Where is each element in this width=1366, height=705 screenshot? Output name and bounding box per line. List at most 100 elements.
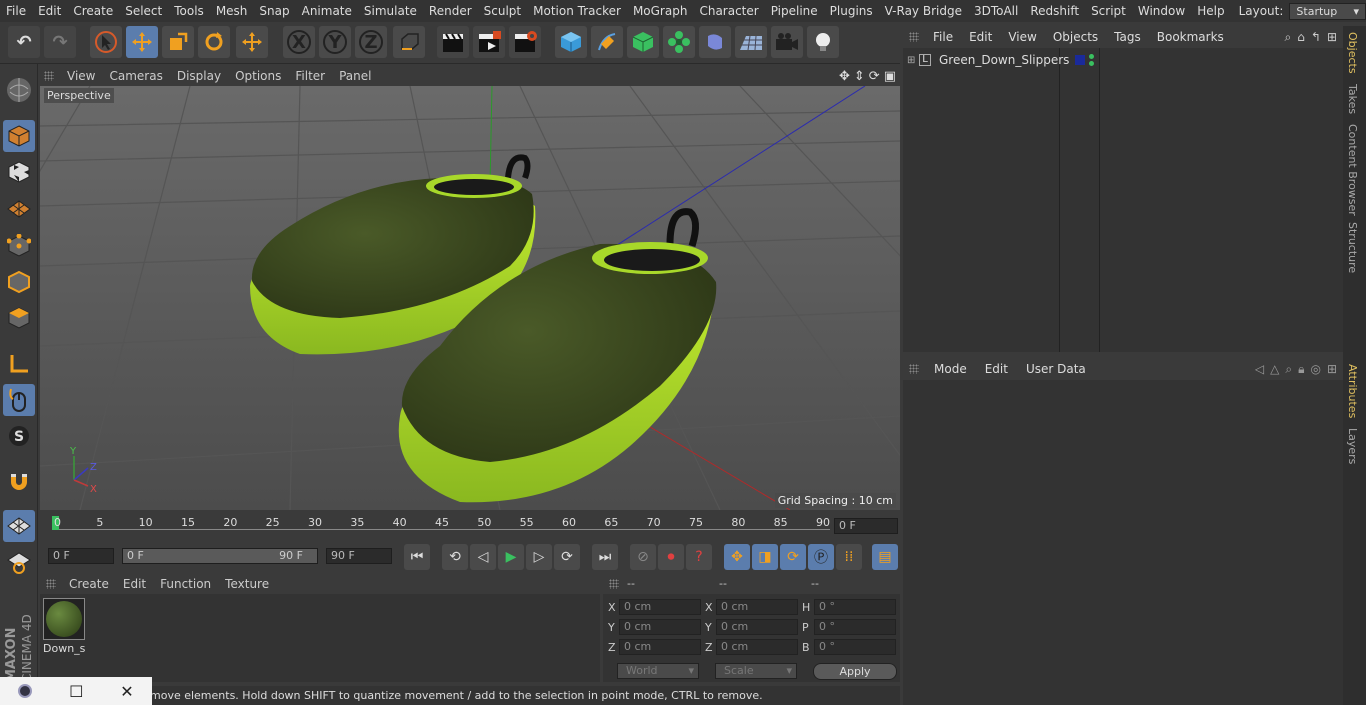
menu-redshift[interactable]: Redshift (1024, 0, 1085, 22)
rotate-tool-button[interactable] (198, 26, 230, 58)
size-y-field[interactable]: 0 cm (716, 619, 798, 635)
texture-mode-button[interactable] (3, 156, 35, 188)
model-mode-button[interactable] (3, 120, 35, 152)
viewport-menu-panel[interactable]: Panel (332, 69, 378, 83)
menu-vray-bridge[interactable]: V-Ray Bridge (879, 0, 968, 22)
start-frame-field[interactable]: 0 F (48, 548, 114, 564)
subdivision-surface-button[interactable] (627, 26, 659, 58)
end-frame-field[interactable]: 90 F (326, 548, 392, 564)
tab-attributes[interactable]: Attributes (1346, 364, 1359, 418)
polygons-mode-button[interactable] (3, 302, 35, 334)
floor-object-button[interactable] (735, 26, 767, 58)
locked-workplane-button[interactable] (3, 546, 35, 578)
up-arrow-icon[interactable]: △ (1270, 362, 1279, 377)
viewport-menu-options[interactable]: Options (228, 69, 288, 83)
render-view-button[interactable] (437, 26, 469, 58)
material-menu-edit[interactable]: Edit (116, 577, 153, 591)
lock-icon[interactable]: 🔒︎ (1298, 362, 1304, 377)
size-x-field[interactable]: 0 cm (716, 599, 798, 615)
object-menu-objects[interactable]: Objects (1045, 30, 1106, 44)
object-menu-tags[interactable]: Tags (1106, 30, 1149, 44)
scale-tool-button[interactable] (162, 26, 194, 58)
menu-character[interactable]: Character (693, 0, 764, 22)
rotate-view-icon[interactable]: ⟳ (869, 69, 880, 84)
menu-script[interactable]: Script (1085, 0, 1132, 22)
menu-help[interactable]: Help (1191, 0, 1230, 22)
viewport-menu-display[interactable]: Display (170, 69, 228, 83)
go-to-start-button[interactable]: ⏮ (404, 544, 430, 570)
position-y-field[interactable]: 0 cm (619, 619, 701, 635)
menu-motion-tracker[interactable]: Motion Tracker (527, 0, 627, 22)
key-parameter-button[interactable]: Ⓟ (808, 544, 834, 570)
dolly-view-icon[interactable]: ⇕ (854, 69, 865, 84)
object-menu-view[interactable]: View (1000, 30, 1044, 44)
axis-mode-button[interactable] (3, 348, 35, 380)
add-panel-icon[interactable]: ⊞ (1327, 30, 1337, 45)
grip-icon[interactable] (609, 579, 619, 589)
snap-button[interactable]: S (3, 420, 35, 452)
next-frame-button[interactable]: ▷ (526, 544, 552, 570)
expand-icon[interactable]: ⊞ (907, 55, 919, 66)
next-key-button[interactable]: ⟳ (554, 544, 580, 570)
z-axis-lock-button[interactable]: Z (355, 26, 387, 58)
grip-icon[interactable] (46, 579, 56, 589)
object-menu-file[interactable]: File (925, 30, 961, 44)
select-tool-button[interactable] (90, 26, 122, 58)
tweak-mode-button[interactable] (3, 384, 35, 416)
play-button[interactable]: ▶ (498, 544, 524, 570)
menu-3dtoall[interactable]: 3DToAll (968, 0, 1024, 22)
transform-tool-button[interactable] (236, 26, 268, 58)
tab-layers[interactable]: Layers (1346, 428, 1359, 464)
attr-menu-user-data[interactable]: User Data (1017, 362, 1095, 376)
material-swatch[interactable]: Down_s (43, 598, 87, 656)
tab-content-browser[interactable]: Content Browser (1346, 124, 1359, 216)
magnet-snap-button[interactable] (3, 466, 35, 498)
material-menu-function[interactable]: Function (153, 577, 218, 591)
size-z-field[interactable]: 0 cm (716, 639, 798, 655)
menu-plugins[interactable]: Plugins (824, 0, 879, 22)
search-icon[interactable]: ⌕ (1285, 362, 1292, 377)
attr-menu-edit[interactable]: Edit (976, 362, 1017, 376)
size-mode-select[interactable]: Scale ▾ (715, 663, 797, 679)
maximize-view-icon[interactable]: ▣ (884, 69, 896, 84)
search-icon[interactable]: ⌕ (1285, 30, 1292, 45)
attr-menu-mode[interactable]: Mode (925, 362, 976, 376)
tab-objects[interactable]: Objects (1346, 32, 1359, 74)
3d-viewport[interactable]: Y Z X Perspective Grid Spacing : 10 cm (40, 86, 900, 510)
object-menu-bookmarks[interactable]: Bookmarks (1149, 30, 1232, 44)
light-object-button[interactable] (807, 26, 839, 58)
menu-sculpt[interactable]: Sculpt (478, 0, 527, 22)
move-tool-button[interactable] (126, 26, 158, 58)
viewport-menu-view[interactable]: View (60, 69, 102, 83)
material-menu-create[interactable]: Create (62, 577, 116, 591)
back-arrow-icon[interactable]: ◁ (1255, 362, 1264, 377)
autokey-button[interactable]: ⏺ (658, 544, 684, 570)
go-to-end-button[interactable]: ⏭ (592, 544, 618, 570)
apply-button[interactable]: Apply (813, 663, 897, 680)
menu-select[interactable]: Select (119, 0, 168, 22)
menu-snap[interactable]: Snap (253, 0, 295, 22)
menu-mesh[interactable]: Mesh (210, 0, 254, 22)
object-menu-edit[interactable]: Edit (961, 30, 1000, 44)
pan-view-icon[interactable]: ✥ (839, 69, 850, 84)
frame-range-slider[interactable]: 0 F 90 F (122, 548, 318, 564)
timeline-ruler[interactable]: 0 5 10 15 20 25 30 35 40 45 50 55 60 65 70 75 80 85 90 0 F (40, 512, 900, 540)
grip-icon[interactable] (909, 32, 919, 42)
workplane-lock-button[interactable] (3, 510, 35, 542)
cloner-button[interactable] (663, 26, 695, 58)
edges-mode-button[interactable] (3, 266, 35, 298)
current-frame-field[interactable]: 0 F (834, 518, 898, 534)
rotation-b-field[interactable]: 0 ° (814, 639, 896, 655)
position-z-field[interactable]: 0 cm (619, 639, 701, 655)
key-rotation-button[interactable]: ⟳ (780, 544, 806, 570)
menu-render[interactable]: Render (423, 0, 478, 22)
maximize-icon[interactable]: ☐ (69, 682, 83, 701)
previous-frame-button[interactable]: ◁ (470, 544, 496, 570)
position-x-field[interactable]: 0 cm (619, 599, 701, 615)
rotation-h-field[interactable]: 0 ° (814, 599, 896, 615)
coordinate-space-select[interactable]: World ▾ (617, 663, 699, 679)
workplane-mode-button[interactable] (3, 192, 35, 224)
cube-object-button[interactable] (555, 26, 587, 58)
menu-edit[interactable]: Edit (32, 0, 67, 22)
tab-takes[interactable]: Takes (1346, 84, 1359, 114)
